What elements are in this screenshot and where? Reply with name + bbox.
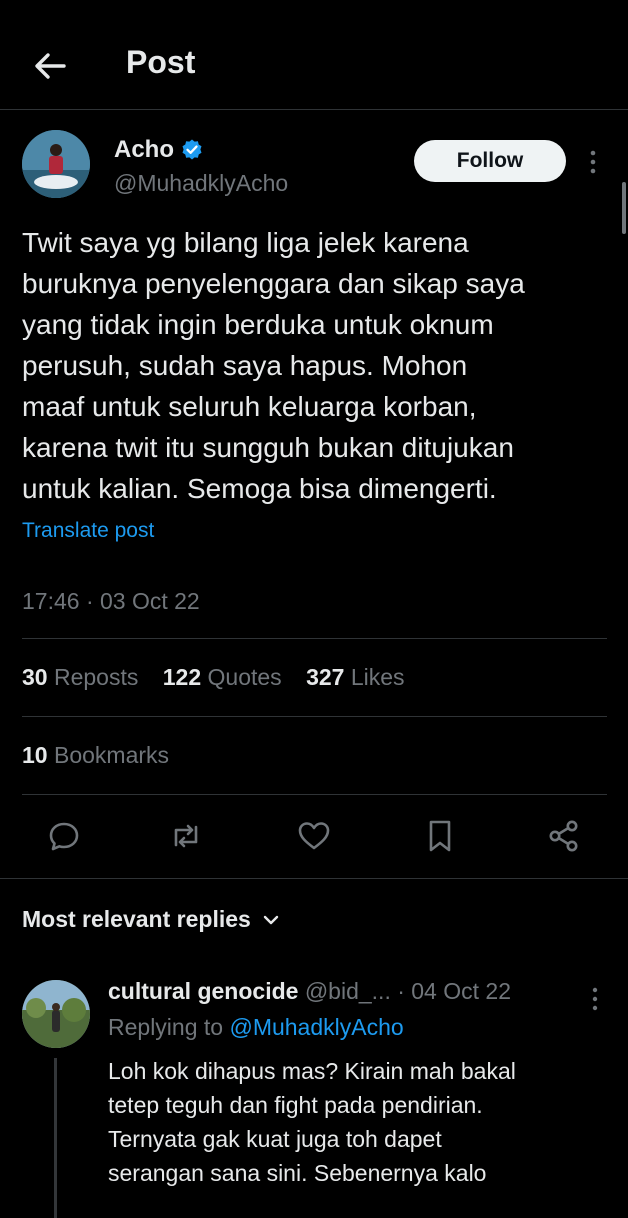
post-text-line: Twit saya yg bilang liga jelek karena <box>22 227 469 258</box>
author-name[interactable]: Acho <box>114 136 174 164</box>
reply-text-line: tetep teguh dan fight pada pendirian. <box>108 1092 483 1118</box>
quotes-stat[interactable]: 122 Quotes <box>163 664 282 690</box>
scrollbar-thumb[interactable] <box>622 182 626 234</box>
divider <box>22 638 607 639</box>
translate-post-link[interactable]: Translate post <box>22 519 154 543</box>
reply-author-name[interactable]: cultural genocide <box>108 978 298 1004</box>
post-text: Twit saya yg bilang liga jelek karena bu… <box>22 222 612 509</box>
chevron-down-icon <box>263 915 279 924</box>
repost-icon[interactable] <box>168 818 204 854</box>
replying-to-handle[interactable]: @MuhadklyAcho <box>229 1014 403 1040</box>
divider <box>22 716 607 717</box>
divider <box>22 794 607 795</box>
replies-title: Most relevant replies <box>22 906 251 932</box>
author-avatar[interactable] <box>22 130 90 198</box>
like-icon[interactable] <box>296 818 332 854</box>
share-icon[interactable] <box>546 818 582 854</box>
reply-avatar[interactable] <box>22 980 90 1048</box>
page-title: Post <box>126 44 196 80</box>
section-divider <box>0 878 628 879</box>
back-arrow-icon[interactable] <box>30 46 70 86</box>
reply-meta: @bid_... · 04 Oct 22 <box>304 978 511 1004</box>
post-stats: 30 Reposts 122 Quotes 327 Likes <box>22 664 423 691</box>
post-text-line: buruknya penyelenggara dan sikap saya <box>22 268 525 299</box>
reply-text-line: Ternyata gak kuat juga toh dapet <box>108 1126 442 1152</box>
follow-button[interactable]: Follow <box>414 140 566 182</box>
reply-text: Loh kok dihapus mas? Kirain mah bakal te… <box>108 1054 516 1190</box>
reposts-stat[interactable]: 30 Reposts <box>22 664 138 690</box>
author-name-row: Acho <box>114 136 204 164</box>
bookmark-icon[interactable] <box>422 818 458 854</box>
post-timestamp[interactable]: 17:46 · 03 Oct 22 <box>22 588 200 615</box>
reply-icon[interactable] <box>46 818 82 854</box>
reply-header: cultural genocide @bid_... · 04 Oct 22 <box>108 978 511 1005</box>
reply-text-line: serangan sana sini. Sebenernya kalo <box>108 1160 487 1186</box>
post-text-line: maaf untuk seluruh keluarga korban, <box>22 391 477 422</box>
bookmarks-stat[interactable]: 10 Bookmarks <box>22 742 169 769</box>
post-text-line: karena twit itu sungguh bukan ditujukan <box>22 432 514 463</box>
author-handle[interactable]: @MuhadklyAcho <box>114 170 288 197</box>
likes-stat[interactable]: 327 Likes <box>306 664 404 690</box>
post-text-line: untuk kalian. Semoga bisa dimengerti. <box>22 473 497 504</box>
post-text-line: perusuh, sudah saya hapus. Mohon <box>22 350 468 381</box>
top-bar: Post <box>0 0 628 110</box>
reply-text-line: Loh kok dihapus mas? Kirain mah bakal <box>108 1058 516 1084</box>
thread-line <box>54 1058 57 1218</box>
post-author: Acho @MuhadklyAcho Follow <box>22 130 612 200</box>
action-bar <box>0 812 628 862</box>
reply-more-options-icon[interactable] <box>588 986 602 1012</box>
verified-badge-icon <box>182 139 202 160</box>
post-text-line: yang tidak ingin berduka untuk oknum <box>22 309 494 340</box>
more-options-icon[interactable] <box>586 148 600 176</box>
replying-to: Replying to @MuhadklyAcho <box>108 1014 404 1040</box>
replies-sort-dropdown[interactable]: Most relevant replies <box>22 906 281 933</box>
